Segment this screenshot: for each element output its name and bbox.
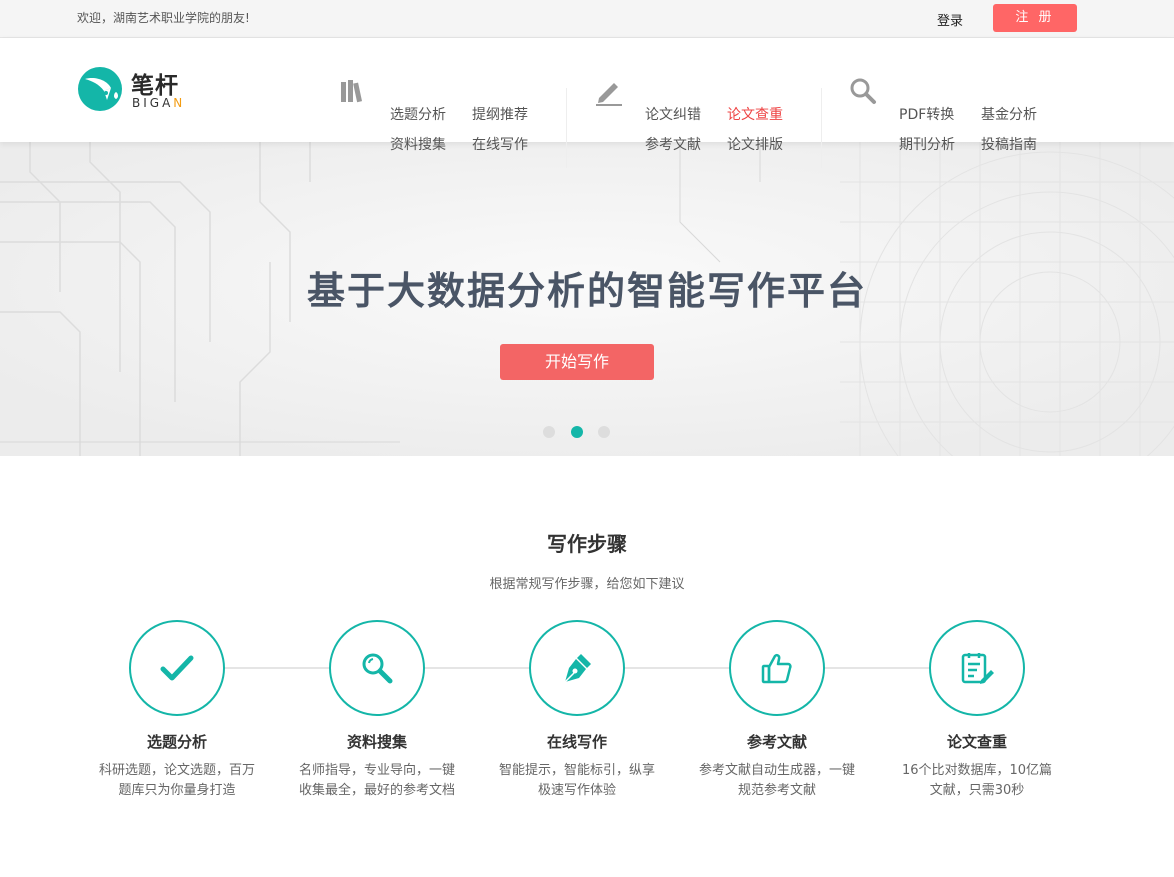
- logo-icon: [78, 67, 122, 111]
- step-icon-circle: [329, 620, 425, 716]
- nav-divider: [566, 88, 567, 168]
- step-name: 资料搜集: [346, 733, 407, 751]
- nav-error-correction[interactable]: 论文纠错: [645, 104, 701, 124]
- document-edit-icon: [961, 653, 994, 684]
- step-name: 参考文献: [746, 733, 807, 751]
- banner-title: 基于大数据分析的智能写作平台: [306, 269, 867, 313]
- step-icon-circle: [529, 620, 625, 716]
- welcome-text: 欢迎，湖南艺术职业学院的朋友!: [77, 11, 250, 25]
- step-icon-circle: [729, 620, 825, 716]
- nav-typesetting[interactable]: 论文排版: [727, 134, 783, 154]
- logo-text-cn: 笔杆: [131, 73, 179, 99]
- step-icon-circle: [929, 620, 1025, 716]
- start-writing-button[interactable]: 开始写作: [500, 344, 654, 380]
- site-logo[interactable]: 笔杆 BIGAN: [77, 66, 197, 114]
- nav-journal-analysis[interactable]: 期刊分析: [899, 134, 955, 154]
- carousel-dot-3[interactable]: [598, 426, 610, 438]
- top-bar: 欢迎，湖南艺术职业学院的朋友! 登录 注 册: [0, 0, 1174, 38]
- logo-text-en: BIGAN: [132, 96, 186, 110]
- pen-nib-icon: [564, 654, 591, 683]
- step-description: 名师指导，专业导向，一键收集最全，最好的参考文档: [298, 763, 455, 798]
- search-icon: [850, 78, 876, 104]
- carousel-dot-1[interactable]: [543, 426, 555, 438]
- nav-submission-guide[interactable]: 投稿指南: [981, 134, 1037, 154]
- main-header: 笔杆 BIGAN 选题分析 提纲推荐 资料搜集 在线写作 论文纠错 论文查重 参…: [0, 38, 1174, 168]
- nav-pdf-convert[interactable]: PDF转换: [899, 104, 954, 124]
- register-button[interactable]: 注 册: [993, 4, 1077, 32]
- search-icon: [362, 653, 393, 684]
- nav-material-search[interactable]: 资料搜集: [390, 134, 446, 154]
- login-link[interactable]: 登录: [937, 10, 963, 29]
- step-description: 16个比对数据库，10亿篇文献，只需30秒: [901, 763, 1053, 798]
- books-icon: [341, 80, 363, 103]
- nav-fund-analysis[interactable]: 基金分析: [981, 104, 1037, 124]
- step-description: 科研选题，论文选题，百万题库只为你量身打造: [98, 763, 255, 798]
- nav-online-writing[interactable]: 在线写作: [472, 134, 528, 154]
- nav-plagiarism-check[interactable]: 论文查重: [727, 104, 783, 124]
- nav-references[interactable]: 参考文献: [645, 134, 701, 154]
- step-name: 论文查重: [946, 733, 1007, 751]
- step-description: 参考文献自动生成器，一键规范参考文献: [698, 763, 855, 798]
- steps-subtitle: 根据常规写作步骤，给您如下建议: [489, 577, 685, 592]
- steps-title: 写作步骤: [547, 532, 627, 556]
- pencil-icon: [596, 83, 622, 106]
- thumbs-up-icon: [761, 653, 792, 684]
- hero-banner: 基于大数据分析的智能写作平台 开始写作: [0, 142, 1174, 456]
- carousel-dot-2[interactable]: [571, 426, 583, 438]
- step-description: 智能提示，智能标引，纵享极速写作体验: [498, 763, 655, 798]
- step-name: 选题分析: [146, 733, 207, 751]
- step-name: 在线写作: [546, 733, 607, 751]
- check-icon: [160, 655, 194, 681]
- nav-divider: [821, 88, 822, 168]
- nav-topic-analysis[interactable]: 选题分析: [390, 104, 446, 124]
- step-icon-circle: [129, 620, 225, 716]
- nav-outline-recommend[interactable]: 提纲推荐: [472, 104, 528, 124]
